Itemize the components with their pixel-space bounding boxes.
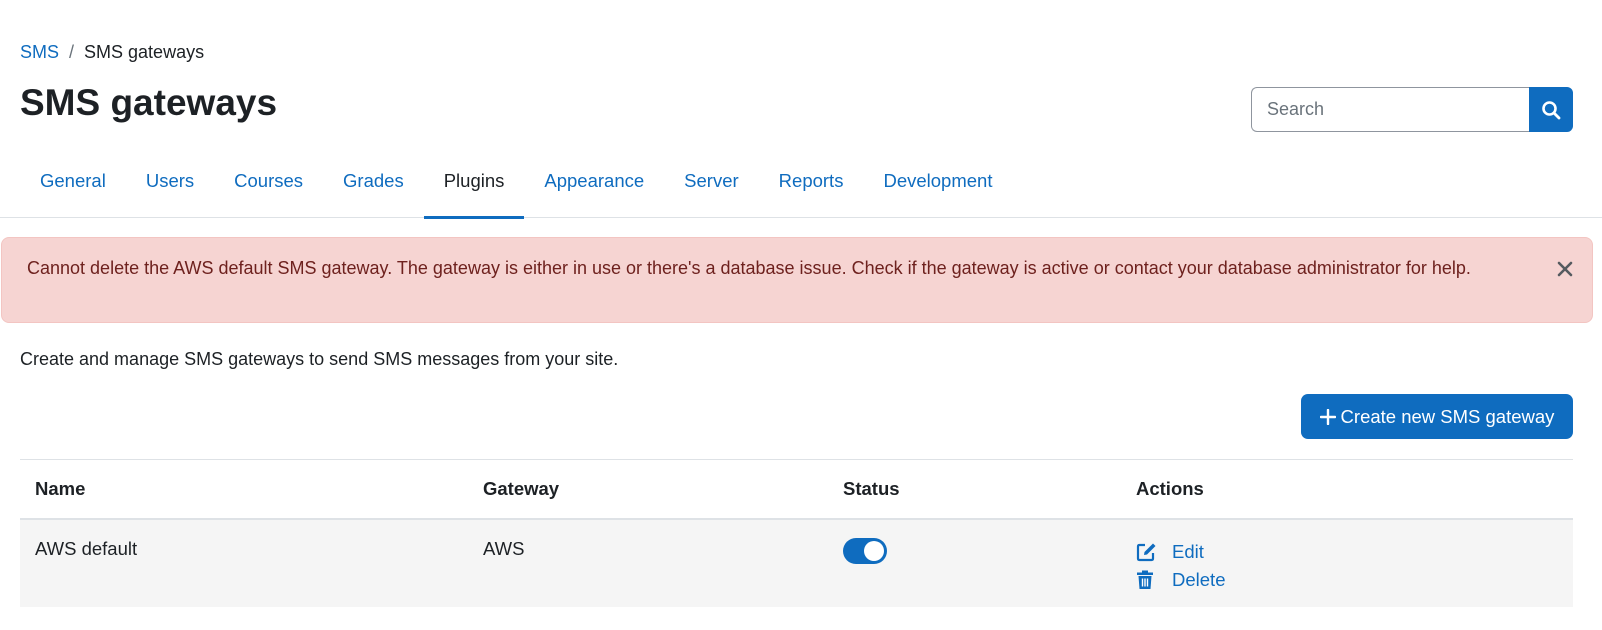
plus-icon xyxy=(1319,408,1336,425)
search-button[interactable] xyxy=(1529,87,1573,132)
breadcrumb-link-sms[interactable]: SMS xyxy=(20,41,59,63)
tab-courses[interactable]: Courses xyxy=(214,152,323,218)
page-title: SMS gateways xyxy=(20,82,278,123)
edit-link[interactable]: Edit xyxy=(1136,538,1558,566)
cell-actions: Edit Delete xyxy=(1121,518,1573,607)
cell-status xyxy=(828,518,1121,607)
status-toggle[interactable] xyxy=(843,537,887,564)
admin-tabs: General Users Courses Grades Plugins App… xyxy=(0,152,1602,219)
tab-development[interactable]: Development xyxy=(863,152,1012,218)
tab-server[interactable]: Server xyxy=(664,152,759,218)
edit-label: Edit xyxy=(1172,540,1204,562)
breadcrumb-separator: / xyxy=(69,42,75,62)
table-header-row: Name Gateway Status Actions xyxy=(20,459,1573,520)
cell-name: AWS default xyxy=(20,518,468,607)
cell-gateway: AWS xyxy=(468,518,828,607)
tab-plugins[interactable]: Plugins xyxy=(423,152,525,219)
tab-users[interactable]: Users xyxy=(126,152,214,218)
trash-icon xyxy=(1136,570,1172,590)
breadcrumb: SMS / SMS gateways xyxy=(20,41,204,63)
alert-close-button[interactable] xyxy=(1550,254,1580,284)
create-sms-gateway-button[interactable]: Create new SMS gateway xyxy=(1301,394,1573,439)
page-description: Create and manage SMS gateways to send S… xyxy=(20,349,619,369)
delete-label: Delete xyxy=(1172,568,1226,590)
tab-appearance[interactable]: Appearance xyxy=(524,152,664,218)
search-icon xyxy=(1542,100,1561,119)
column-header-actions: Actions xyxy=(1121,459,1573,520)
search-input[interactable] xyxy=(1251,87,1529,132)
column-header-name: Name xyxy=(20,459,468,520)
column-header-gateway: Gateway xyxy=(468,459,828,520)
edit-icon xyxy=(1136,542,1172,562)
close-icon xyxy=(1557,261,1573,277)
delete-link[interactable]: Delete xyxy=(1136,566,1558,594)
column-header-status: Status xyxy=(828,459,1121,520)
table-row: AWS default AWS Edit Delete xyxy=(20,518,1573,607)
error-alert: Cannot delete the AWS default SMS gatewa… xyxy=(1,237,1593,323)
create-button-label: Create new SMS gateway xyxy=(1340,405,1555,427)
alert-message: Cannot delete the AWS default SMS gatewa… xyxy=(27,258,1471,278)
toggle-knob xyxy=(864,540,884,561)
tab-general[interactable]: General xyxy=(20,152,126,218)
search-form xyxy=(1251,87,1573,132)
page: SMS / SMS gateways SMS gateways General … xyxy=(0,0,1602,630)
tab-grades[interactable]: Grades xyxy=(323,152,424,218)
tab-reports[interactable]: Reports xyxy=(759,152,864,218)
sms-gateways-table: Name Gateway Status Actions AWS default … xyxy=(20,459,1573,607)
breadcrumb-current: SMS gateways xyxy=(84,42,205,62)
